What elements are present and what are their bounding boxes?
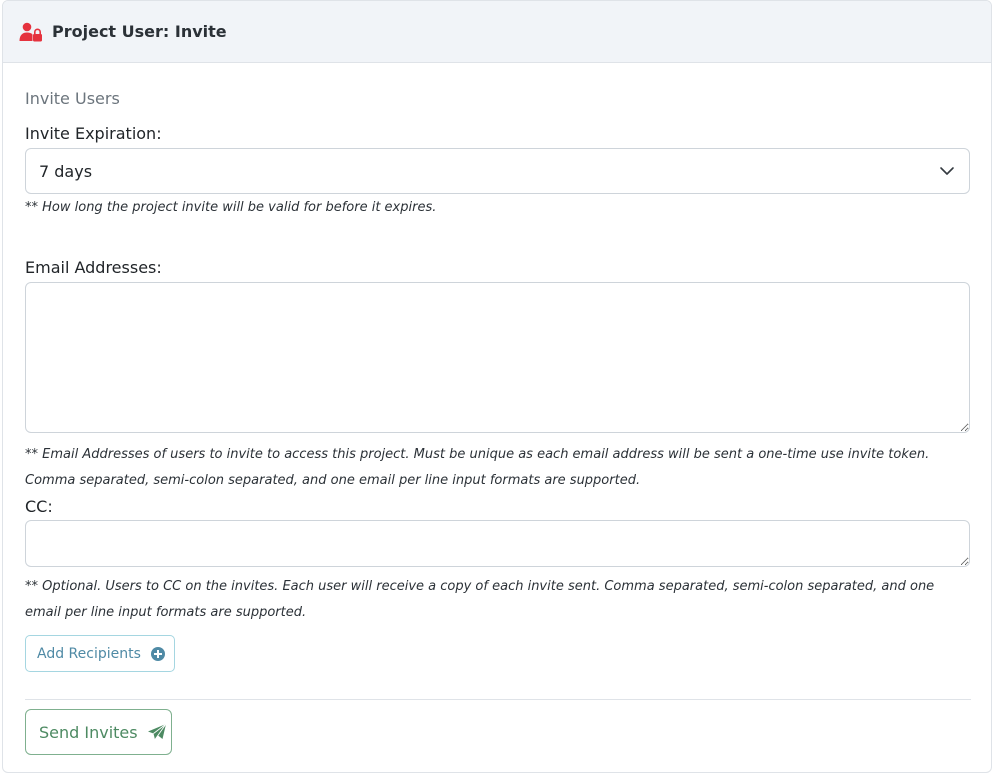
paper-plane-icon — [147, 723, 167, 741]
send-invites-button[interactable]: Send Invites — [25, 709, 172, 755]
add-recipients-label: Add Recipients — [37, 645, 141, 662]
invite-expiration-select[interactable]: 7 days — [25, 148, 970, 194]
invite-expiration-label: Invite Expiration: — [25, 124, 162, 143]
page-title: Project User: Invite — [52, 22, 227, 41]
section-title: Invite Users — [25, 89, 120, 108]
email-addresses-label: Email Addresses: — [25, 258, 162, 277]
user-lock-icon — [19, 22, 43, 42]
invite-expiration-help: ** How long the project invite will be v… — [25, 200, 437, 215]
plus-circle-icon — [150, 646, 165, 661]
email-addresses-help: ** Email Addresses of users to invite to… — [25, 447, 930, 488]
cc-help: ** Optional. Users to CC on the invites.… — [25, 579, 935, 620]
invite-card: Project User: Invite Invite Users Invite… — [2, 0, 992, 773]
cc-label: CC: — [25, 497, 53, 516]
divider — [25, 699, 971, 700]
send-invites-label: Send Invites — [39, 722, 138, 742]
add-recipients-button[interactable]: Add Recipients — [25, 635, 175, 672]
email-addresses-textarea[interactable] — [25, 282, 970, 433]
invite-expiration-value: 7 days — [39, 161, 93, 181]
card-header: Project User: Invite — [3, 1, 991, 63]
cc-textarea[interactable] — [25, 520, 970, 567]
chevron-down-icon — [939, 163, 955, 179]
